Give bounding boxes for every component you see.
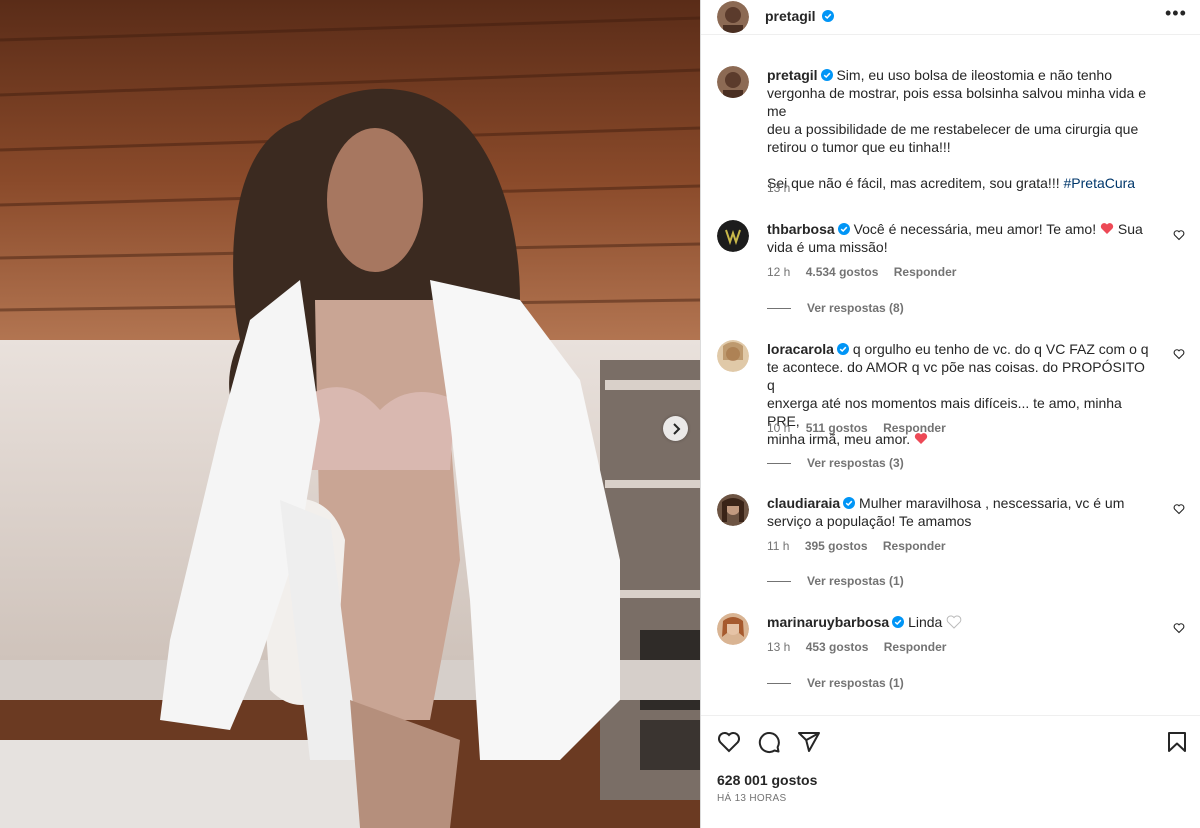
view-replies-button[interactable]: Ver respostas (8) (767, 301, 904, 315)
comment-line-1: Linda (908, 614, 947, 630)
view-replies-label: Ver respostas (3) (807, 456, 904, 470)
caption-line-3: deu a possibilidade de me restabelecer d… (767, 121, 1139, 137)
caption-meta: 13 h (767, 181, 802, 195)
comment-line-2: serviço a população! Te amamos (767, 513, 972, 529)
like-comment-icon[interactable] (1173, 622, 1185, 634)
reply-button[interactable]: Responder (884, 640, 947, 654)
white-heart-emoji-icon (946, 615, 962, 629)
comment-icon[interactable] (757, 730, 781, 754)
view-replies-label: Ver respostas (8) (807, 301, 904, 315)
comment-meta: 10 h 511 gostos Responder (767, 421, 958, 435)
post-side-panel: pretagil ••• pretagil Sim, eu uso bolsa … (700, 0, 1200, 828)
comment-time: 12 h (767, 265, 791, 279)
share-icon[interactable] (797, 730, 821, 754)
comment-likes[interactable]: 4.534 gostos (806, 265, 879, 279)
comment-likes[interactable]: 395 gostos (805, 539, 868, 553)
comment-line-1: Mulher maravilhosa , nescessaria, vc é u… (859, 495, 1125, 511)
verified-icon (837, 223, 850, 235)
caption-time: 13 h (767, 181, 791, 195)
next-photo-button[interactable] (663, 416, 688, 441)
hashtag-link[interactable]: #PretaCura (1064, 175, 1136, 191)
comment-meta: 11 h 395 gostos Responder (767, 539, 958, 553)
author-avatar[interactable] (717, 1, 749, 33)
comment-meta: 12 h 4.534 gostos Responder (767, 265, 968, 279)
reply-button[interactable]: Responder (883, 421, 946, 435)
comment-username[interactable]: thbarbosa (767, 221, 835, 237)
red-heart-emoji-icon (1100, 223, 1114, 234)
view-replies-label: Ver respostas (1) (807, 676, 904, 690)
like-comment-icon[interactable] (1173, 348, 1185, 360)
post-header: pretagil ••• (701, 0, 1200, 35)
replies-divider (767, 463, 791, 465)
verified-icon (843, 497, 856, 509)
reply-button[interactable]: Responder (894, 265, 957, 279)
view-replies-button[interactable]: Ver respostas (3) (767, 456, 904, 470)
replies-divider (767, 683, 791, 685)
comment-line-2: vida é uma missão! (767, 239, 888, 255)
comment-line-1: Você é necessária, meu amor! Te amo! (853, 221, 1100, 237)
caption-line-1: Sim, eu uso bolsa de ileostomia e não te… (836, 67, 1112, 83)
author-username[interactable]: pretagil (765, 8, 835, 24)
comment-line-2: te acontece. do AMOR q vc põe nas coisas… (767, 359, 1145, 393)
verified-icon (822, 10, 835, 22)
like-comment-icon[interactable] (1173, 229, 1185, 241)
verified-icon (836, 343, 849, 355)
view-replies-label: Ver respostas (1) (807, 574, 904, 588)
comment-line-1-tail: Sua (1114, 221, 1143, 237)
more-options-icon[interactable]: ••• (1165, 4, 1187, 22)
like-icon[interactable] (717, 730, 741, 754)
comment-time: 10 h (767, 421, 791, 435)
caption-username[interactable]: pretagil (767, 67, 818, 83)
comment-time: 13 h (767, 640, 791, 654)
comment-time: 11 h (767, 539, 790, 553)
post-actions: 628 001 gostos HÁ 13 HORAS (701, 715, 1200, 828)
replies-divider (767, 581, 791, 583)
like-comment-icon[interactable] (1173, 503, 1185, 515)
comment-text: thbarbosa Você é necessária, meu amor! T… (767, 220, 1153, 256)
comment-line-1: q orgulho eu tenho de vc. do q VC FAZ co… (852, 341, 1149, 357)
save-icon[interactable] (1165, 730, 1189, 754)
author-avatar[interactable] (717, 66, 749, 98)
photo-scene (0, 0, 700, 828)
view-replies-button[interactable]: Ver respostas (1) (767, 574, 904, 588)
next-arrow-icon (672, 422, 680, 435)
comment-username[interactable]: claudiaraia (767, 495, 840, 511)
comment-likes[interactable]: 453 gostos (806, 640, 869, 654)
caption-line-2: vergonha de mostrar, pois essa bolsinha … (767, 85, 1146, 119)
commenter-avatar[interactable] (717, 494, 749, 526)
view-replies-button[interactable]: Ver respostas (1) (767, 676, 904, 690)
comment-username[interactable]: marinaruybarbosa (767, 614, 889, 630)
comment-likes[interactable]: 511 gostos (806, 421, 868, 435)
commenter-avatar[interactable] (717, 340, 749, 372)
replies-divider (767, 308, 791, 310)
comment-text: marinaruybarbosa Linda (767, 613, 1153, 631)
post-likes-count[interactable]: 628 001 gostos (717, 772, 817, 788)
reply-button[interactable]: Responder (883, 539, 946, 553)
post-photo (0, 0, 700, 828)
comment-text: claudiaraia Mulher maravilhosa , nescess… (767, 494, 1153, 530)
commenter-avatar[interactable] (717, 613, 749, 645)
caption-text: pretagil Sim, eu uso bolsa de ileostomia… (767, 66, 1153, 192)
commenter-avatar[interactable] (717, 220, 749, 252)
post-timestamp: HÁ 13 HORAS (717, 793, 787, 804)
verified-icon (892, 616, 905, 628)
verified-icon (820, 69, 833, 81)
comment-meta: 13 h 453 gostos Responder (767, 640, 958, 654)
caption-line-5: Sei que não é fácil, mas acreditem, sou … (767, 175, 1060, 191)
caption-line-4: retirou o tumor que eu tinha!!! (767, 139, 951, 155)
comment-username[interactable]: loracarola (767, 341, 834, 357)
